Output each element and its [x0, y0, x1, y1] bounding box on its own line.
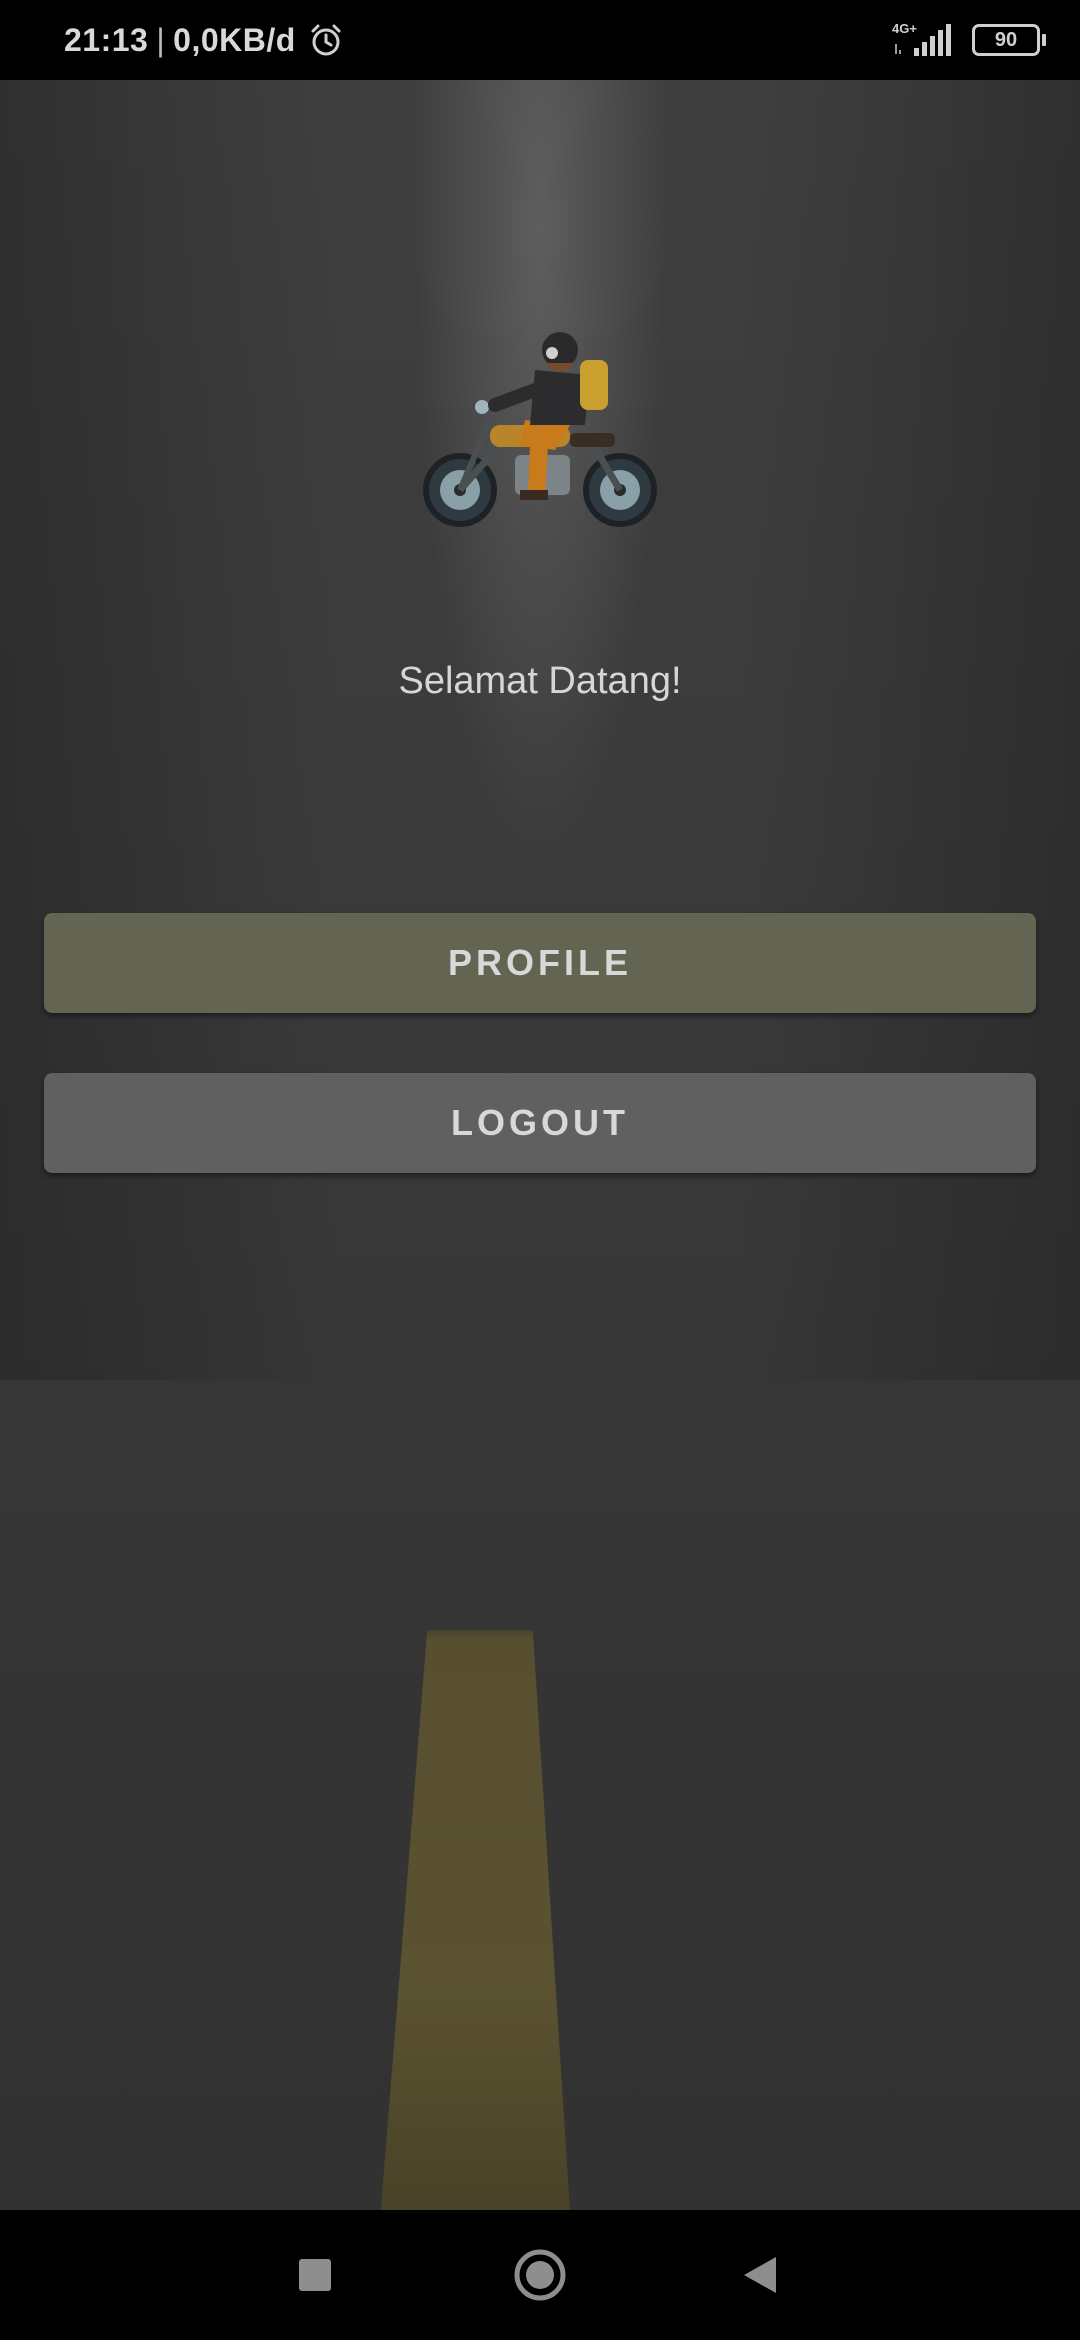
battery-icon: 90	[972, 24, 1046, 56]
alarm-icon	[311, 24, 341, 56]
recent-apps-icon	[299, 2259, 331, 2291]
profile-button[interactable]: PROFILE	[44, 913, 1036, 1013]
home-button[interactable]	[470, 2210, 610, 2340]
status-bar: 21:13 | 0,0KB/d 4G+ 90	[0, 0, 1080, 80]
data-speed: 0,0KB/d	[173, 21, 296, 58]
status-separator: |	[156, 21, 166, 58]
background-fog-left	[0, 80, 340, 1380]
road-line-decoration	[379, 1630, 572, 2210]
back-button[interactable]	[690, 2210, 830, 2340]
back-icon	[744, 2257, 776, 2293]
status-right: 4G+ 90	[892, 0, 1046, 80]
network-label: 4G+	[892, 21, 917, 36]
status-left: 21:13 | 0,0KB/d	[64, 0, 344, 80]
recent-apps-button[interactable]	[245, 2210, 385, 2340]
welcome-text: Selamat Datang!	[398, 660, 682, 702]
main-content: Selamat Datang! PROFILE LOGOUT	[0, 80, 1080, 2210]
logout-button[interactable]: LOGOUT	[44, 1073, 1036, 1173]
motorcycle-rider-icon	[423, 332, 657, 527]
home-icon	[514, 2249, 566, 2301]
navigation-bar	[0, 2210, 1080, 2340]
background-fog-right	[740, 80, 1080, 1380]
battery-level: 90	[994, 28, 1018, 51]
screen: 21:13 | 0,0KB/d 4G+ 90 Selamat Datang! P…	[0, 0, 1080, 2340]
clock: 21:13	[64, 21, 149, 58]
signal-icon: 4G+	[892, 21, 951, 56]
